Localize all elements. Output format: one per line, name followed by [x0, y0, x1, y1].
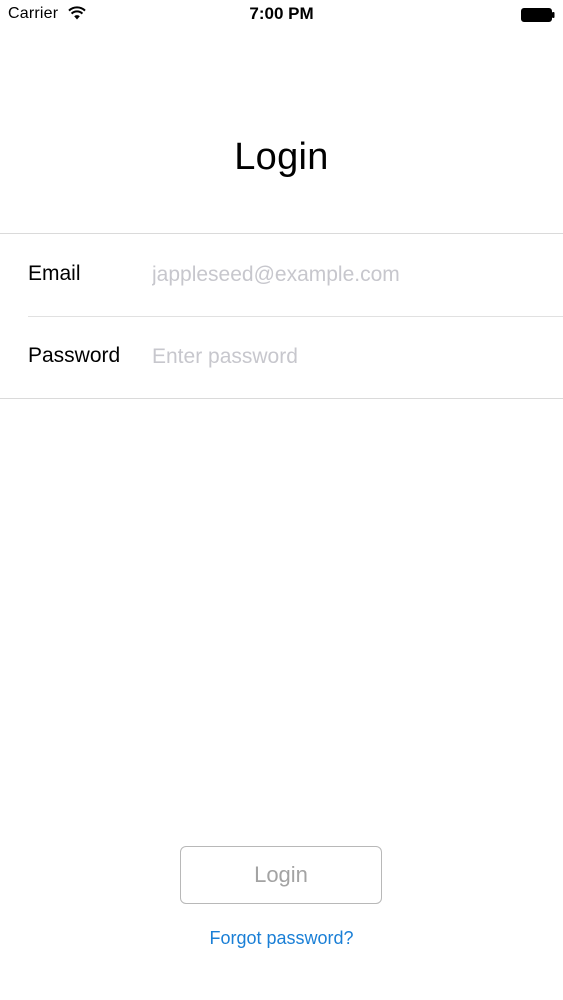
login-button[interactable]: Login [180, 846, 382, 904]
battery-icon [521, 8, 555, 22]
email-row: Email [0, 234, 563, 317]
password-row: Password [0, 316, 563, 398]
email-label: Email [28, 262, 81, 285]
forgot-password-link[interactable]: Forgot password? [0, 928, 563, 949]
email-field[interactable] [152, 258, 542, 292]
page-title: Login [234, 136, 329, 178]
login-form: Email Password [0, 233, 563, 399]
password-field[interactable] [152, 340, 542, 374]
status-bar: Carrier 7:00 PM [0, 0, 563, 30]
clock: 7:00 PM [249, 4, 314, 23]
login-screen: Carrier 7:00 PM Login Email Password Log… [0, 0, 563, 1000]
password-label: Password [28, 344, 121, 367]
